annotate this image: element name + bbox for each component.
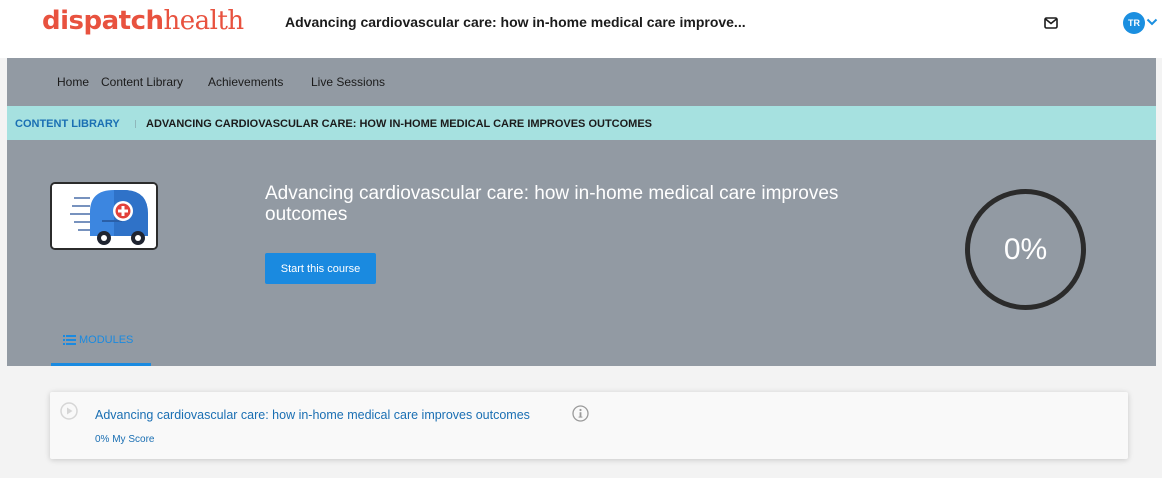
module-score: 0% My Score — [95, 434, 155, 445]
top-bar: dispatch health Advancing cardiovascular … — [0, 0, 1162, 58]
nav-item-live-sessions[interactable]: Live Sessions — [311, 75, 385, 89]
breadcrumb-separator — [135, 120, 136, 128]
play-circle-icon[interactable] — [60, 402, 78, 420]
main-nav: Home Content Library Achievements Live S… — [7, 58, 1156, 106]
breadcrumb: CONTENT LIBRARY ADVANCING CARDIOVASCULAR… — [7, 106, 1156, 140]
app-frame: dispatch health Advancing cardiovascular … — [0, 0, 1162, 478]
progress-percent: 0% — [1003, 232, 1048, 266]
mail-icon[interactable] — [1044, 17, 1058, 29]
module-card: Advancing cardiovascular care: how in-ho… — [50, 392, 1128, 459]
course-hero: Advancing cardiovascular care: how in-ho… — [7, 140, 1156, 366]
breadcrumb-content-library[interactable]: CONTENT LIBRARY — [15, 118, 120, 130]
course-thumbnail — [50, 182, 158, 250]
logo-text-health: health — [163, 6, 245, 36]
page-title: Advancing cardiovascular care: how in-ho… — [285, 14, 746, 30]
start-course-button[interactable]: Start this course — [265, 253, 376, 284]
chevron-down-icon[interactable] — [1146, 17, 1158, 27]
course-title: Advancing cardiovascular care: how in-ho… — [265, 183, 839, 225]
logo-text-dispatch: dispatch — [42, 6, 164, 36]
ambulance-illustration-icon — [52, 184, 156, 248]
tab-modules-label: MODULES — [79, 334, 134, 346]
breadcrumb-current: ADVANCING CARDIOVASCULAR CARE: HOW IN-HO… — [146, 118, 653, 130]
avatar[interactable]: TR — [1123, 12, 1145, 34]
tab-modules[interactable]: MODULES — [51, 330, 151, 366]
nav-item-home[interactable]: Home — [57, 75, 89, 89]
nav-item-achievements[interactable]: Achievements — [208, 75, 283, 89]
dispatchhealth-logo[interactable]: dispatch health — [42, 6, 244, 46]
info-icon[interactable] — [572, 405, 589, 422]
list-icon — [63, 335, 76, 345]
nav-item-content-library[interactable]: Content Library — [101, 75, 183, 89]
content-shell: Home Content Library Achievements Live S… — [7, 58, 1156, 478]
module-title-link[interactable]: Advancing cardiovascular care: how in-ho… — [95, 408, 530, 422]
